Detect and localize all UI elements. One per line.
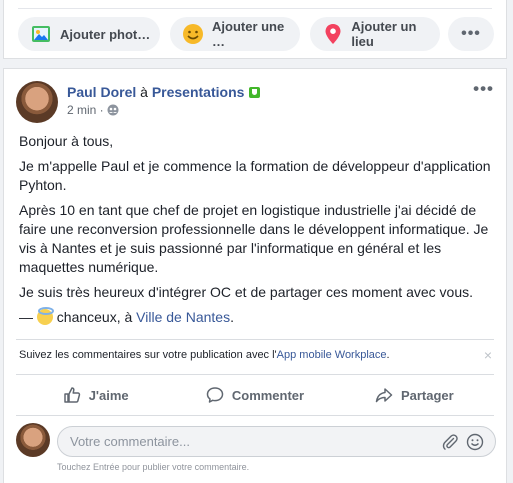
comment-icon bbox=[206, 387, 224, 403]
share-button[interactable]: Partager bbox=[335, 379, 494, 411]
follow-suffix: . bbox=[386, 349, 390, 361]
comment-input[interactable]: Votre commentaire... bbox=[57, 426, 496, 457]
share-arrow-icon bbox=[375, 388, 393, 403]
share-label: Partager bbox=[400, 387, 454, 403]
follow-notice: Suivez les commentaires sur votre public… bbox=[19, 349, 390, 361]
thumbs-up-icon bbox=[63, 387, 80, 403]
like-button[interactable]: J'aime bbox=[16, 379, 175, 411]
group-name[interactable]: Presentations bbox=[152, 84, 245, 100]
follow-text: Suivez les commentaires sur votre public… bbox=[19, 349, 277, 361]
add-feeling-button[interactable]: Ajouter une … bbox=[170, 17, 300, 51]
more-dots-icon: ••• bbox=[461, 25, 481, 42]
feeling-suffix: . bbox=[230, 309, 234, 325]
add-photo-label: Ajouter phot… bbox=[60, 26, 151, 42]
place-link[interactable]: Ville de Nantes bbox=[136, 309, 230, 325]
emoji-icon[interactable] bbox=[466, 433, 484, 451]
workplace-app-link[interactable]: App mobile Workplace bbox=[277, 349, 387, 361]
like-label: J'aime bbox=[88, 387, 129, 403]
comment-button[interactable]: Commenter bbox=[175, 379, 334, 411]
more-options-button[interactable]: ••• bbox=[448, 17, 494, 51]
feeling-prefix: — bbox=[19, 309, 37, 325]
comment-label: Commenter bbox=[231, 387, 305, 403]
add-place-label: Ajouter un lieu bbox=[351, 19, 417, 49]
photo-icon bbox=[30, 23, 52, 45]
composer-divider bbox=[18, 8, 492, 9]
smiley-icon bbox=[182, 23, 204, 45]
audience-group-icon[interactable] bbox=[107, 104, 119, 116]
post-paragraph: Bonjour à tous, bbox=[19, 133, 114, 149]
close-icon[interactable]: × bbox=[484, 347, 492, 363]
feeling-text: chanceux, à bbox=[52, 309, 137, 325]
feeling-line: — chanceux, à Ville de Nantes. bbox=[19, 307, 495, 327]
post-body: Bonjour à tous, Je m'appelle Paul et je … bbox=[19, 132, 495, 333]
comment-avatar[interactable] bbox=[16, 423, 50, 457]
post-options-button[interactable]: ••• bbox=[473, 79, 494, 99]
post-meta: 2 min · bbox=[67, 103, 119, 117]
author-name[interactable]: Paul Dorel bbox=[67, 84, 136, 100]
post-paragraph: Je suis très heureux d'intégrer OC et de… bbox=[19, 284, 474, 300]
post-header: Paul Dorel à Presentations bbox=[67, 84, 261, 100]
post-actions: J'aime Commenter Partager bbox=[16, 379, 494, 411]
post-time[interactable]: 2 min · bbox=[67, 103, 104, 117]
post-card: Paul Dorel à Presentations 2 min · ••• B… bbox=[3, 68, 507, 483]
divider bbox=[16, 339, 494, 340]
composer-card: Ajouter phot… Ajouter une … Ajouter un l… bbox=[3, 0, 507, 59]
post-paragraph: Après 10 en tant que chef de projet en l… bbox=[19, 202, 489, 275]
divider bbox=[16, 415, 494, 416]
location-pin-icon bbox=[322, 23, 343, 45]
angel-emoji-icon bbox=[36, 307, 54, 325]
divider bbox=[16, 374, 494, 375]
shield-icon bbox=[249, 87, 261, 98]
avatar[interactable] bbox=[16, 81, 58, 123]
add-place-button[interactable]: Ajouter un lieu bbox=[310, 17, 440, 51]
comment-placeholder: Votre commentaire... bbox=[70, 434, 190, 449]
add-feeling-label: Ajouter une … bbox=[212, 19, 285, 49]
add-photo-button[interactable]: Ajouter phot… bbox=[18, 17, 160, 51]
paperclip-icon[interactable] bbox=[441, 433, 459, 451]
comment-hint: Touchez Entrée pour publier votre commen… bbox=[57, 462, 250, 472]
post-paragraph: Je m'appelle Paul et je commence la form… bbox=[19, 158, 491, 193]
author-connector: à bbox=[136, 84, 152, 100]
